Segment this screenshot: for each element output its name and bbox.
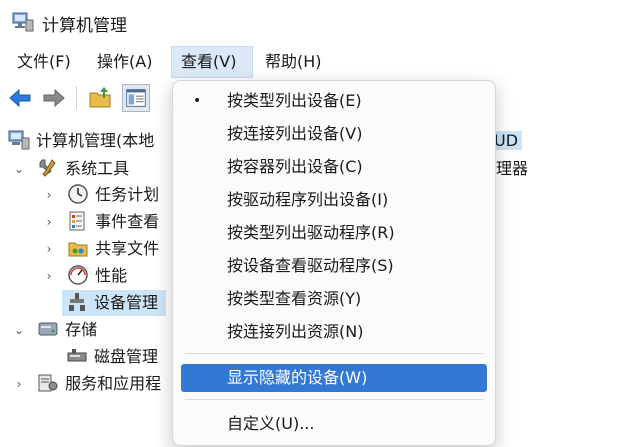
up-folder-icon[interactable] (86, 84, 114, 112)
chevron-right-icon[interactable]: › (42, 236, 56, 262)
title-bar: 计算机管理 (0, 0, 625, 44)
performance-icon (68, 265, 88, 285)
view-menu-item-devices-by-connection[interactable]: 按连接列出设备(V) (181, 120, 487, 148)
show-hide-console-tree-icon[interactable] (122, 84, 150, 112)
view-menu-item-devices-by-driver[interactable]: 按驱动程序列出设备(I) (181, 186, 487, 214)
checked-bullet-icon: • (193, 93, 202, 109)
view-menu-item-label: 按类型列出驱动程序(R) (227, 223, 395, 242)
view-menu-item-label: 按连接列出设备(V) (227, 124, 363, 143)
menu-separator (185, 399, 483, 400)
tree-performance-label: 性能 (95, 266, 128, 285)
tree-disk-management-label: 磁盘管理 (94, 347, 159, 366)
chevron-down-icon[interactable]: ⌄ (12, 156, 26, 182)
right-pane-row-2: 理器 (496, 159, 529, 178)
view-menu-item-label: 按类型查看资源(Y) (227, 289, 362, 308)
window-title: 计算机管理 (42, 16, 127, 36)
chevron-down-icon[interactable]: ⌄ (12, 317, 26, 343)
view-menu-item-label: 按设备查看驱动程序(S) (227, 256, 394, 275)
chevron-right-icon[interactable]: › (42, 263, 56, 289)
tree-disk-management[interactable]: 磁盘管理 (64, 344, 158, 370)
tree-services-apps-label: 服务和应用程 (65, 374, 162, 393)
view-menu-item-drivers-by-type[interactable]: 按类型列出驱动程序(R) (181, 219, 487, 247)
clock-icon (68, 184, 88, 204)
view-menu-item-label: 按连接列出资源(N) (227, 322, 364, 341)
menu-bar: 文件(F) 操作(A) 查看(V) 帮助(H) (0, 46, 625, 78)
tree-performance[interactable]: › 性能 (42, 263, 127, 289)
tree-device-manager-label: 设备管理 (94, 293, 159, 312)
event-viewer-icon (69, 211, 85, 231)
chevron-right-icon[interactable]: › (42, 209, 56, 235)
view-menu-item-label: 按类型列出设备(E) (227, 91, 362, 110)
services-applications-icon (38, 374, 58, 392)
tree-event-viewer-label: 事件查看 (95, 212, 160, 231)
view-menu-item-show-hidden-devices[interactable]: 显示隐藏的设备(W) (181, 364, 487, 392)
tree-task-scheduler-label: 任务计划 (95, 185, 160, 204)
storage-icon (38, 322, 58, 336)
menu-separator (185, 353, 483, 354)
menu-file[interactable]: 文件(F) (8, 46, 80, 78)
view-menu-item-customize[interactable]: 自定义(U)... (181, 410, 487, 438)
view-menu-item-label: 按驱动程序列出设备(I) (227, 190, 389, 209)
view-menu-item-label: 按容器列出设备(C) (227, 157, 363, 176)
back-arrow-icon[interactable] (6, 84, 34, 112)
tree-storage-label: 存储 (65, 320, 98, 339)
tree-event-viewer[interactable]: › 事件查看 (42, 209, 159, 235)
forward-arrow-icon[interactable] (40, 84, 68, 112)
toolbar-separator (76, 86, 77, 110)
tree-services-apps[interactable]: › 服务和应用程 (12, 371, 162, 397)
view-menu-item-drivers-by-device[interactable]: 按设备查看驱动程序(S) (181, 252, 487, 280)
view-menu-item-resources-by-connection[interactable]: 按连接列出资源(N) (181, 318, 487, 346)
tools-icon (39, 159, 56, 177)
tree-system-tools-label: 系统工具 (65, 159, 130, 178)
device-manager-icon (69, 293, 85, 311)
computer-management-icon (12, 12, 34, 32)
menu-action[interactable]: 操作(A) (88, 46, 161, 78)
tree-task-scheduler[interactable]: › 任务计划 (42, 182, 159, 208)
tree-shared-folders[interactable]: › 共享文件 (42, 236, 160, 262)
chevron-right-icon[interactable]: › (42, 182, 56, 208)
view-menu-item-devices-by-type[interactable]: • 按类型列出设备(E) (181, 87, 487, 115)
shared-folder-icon (68, 242, 88, 257)
menu-help[interactable]: 帮助(H) (256, 46, 331, 78)
right-pane-row-1: UD (492, 128, 523, 154)
menu-view[interactable]: 查看(V) (171, 46, 253, 78)
view-menu-item-resources-by-type[interactable]: 按类型查看资源(Y) (181, 285, 487, 313)
view-menu-item-devices-by-container[interactable]: 按容器列出设备(C) (181, 153, 487, 181)
tree-device-manager[interactable]: 设备管理 (62, 290, 167, 316)
disk-management-icon (67, 349, 87, 362)
tree-root[interactable]: 计算机管理(本地 (8, 128, 154, 154)
tree-root-label: 计算机管理(本地 (36, 131, 155, 150)
right-pane-text-1: UD (492, 131, 523, 150)
tree-shared-folders-label: 共享文件 (95, 239, 160, 258)
view-menu-dropdown: • 按类型列出设备(E) 按连接列出设备(V) 按容器列出设备(C) 按驱动程序… (172, 80, 496, 446)
tree-storage[interactable]: ⌄ 存储 (12, 317, 97, 343)
view-menu-item-label: 自定义(U)... (227, 414, 315, 433)
view-menu-item-label: 显示隐藏的设备(W) (227, 368, 368, 387)
computer-management-icon (8, 130, 30, 150)
tree-system-tools[interactable]: ⌄ 系统工具 (12, 156, 129, 182)
chevron-right-icon[interactable]: › (12, 371, 26, 397)
